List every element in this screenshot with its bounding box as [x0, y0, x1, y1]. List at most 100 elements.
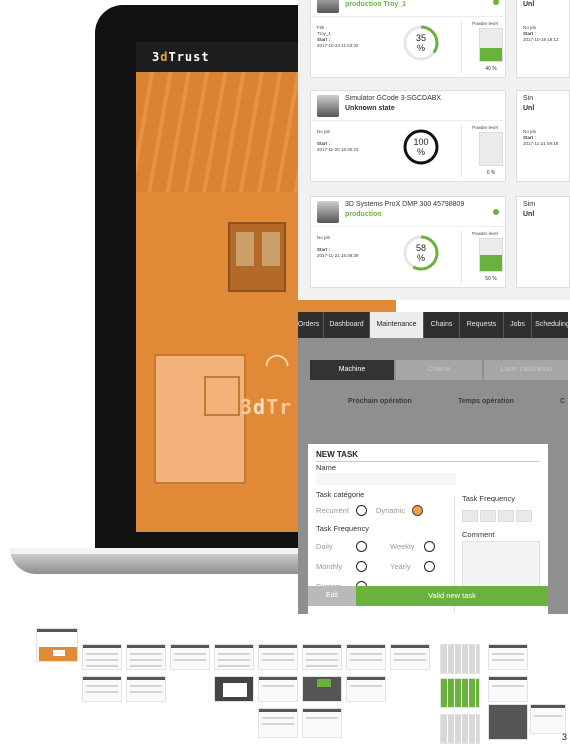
powder-level-bar [479, 238, 503, 272]
frequency-field[interactable] [462, 510, 478, 522]
thumbnail [440, 714, 480, 744]
tab-maintenance[interactable]: Maintenance [370, 312, 424, 338]
machine-card-header: production Troy_1 [311, 0, 505, 17]
frequency-field[interactable] [498, 510, 514, 522]
thumbnail [440, 644, 480, 674]
thumbnail [126, 644, 166, 670]
tab-jobs[interactable]: Jobs [504, 312, 532, 338]
thumbnail [302, 708, 342, 738]
category-label: Task catégorie [316, 490, 365, 499]
powder-level-fill [480, 48, 502, 61]
thumbnail [302, 676, 342, 702]
brand-logo: 3dTrust [152, 50, 210, 64]
progress-value: 35% [415, 33, 426, 53]
thumbnail [82, 644, 122, 670]
powder-level-label: Powder level [472, 231, 498, 236]
status-dot-icon [493, 209, 499, 215]
comment-label: Comment [462, 530, 495, 539]
machine-card[interactable]: Simulator GCode 3-SGCDABX Unknown state No… [310, 90, 506, 182]
powder-level-bar [479, 132, 503, 166]
machine-state: production [345, 211, 382, 218]
yearly-radio[interactable] [424, 561, 435, 572]
machine-card-partial[interactable]: Unl No job Start :2017-10-18 18:13 [516, 0, 570, 78]
status-dot-icon [493, 0, 499, 5]
thumbnail [258, 676, 298, 702]
progress-value: 58% [415, 243, 426, 263]
tab-chains[interactable]: Chains [424, 312, 460, 338]
edit-button[interactable]: Edit [308, 586, 356, 606]
recurrent-radio[interactable] [356, 505, 367, 516]
screen-watermark: 3dTr [240, 395, 293, 419]
machine-name: 3D Systems ProX DMP 300 45798809 [345, 201, 465, 208]
top-nav: Orders Dashboard Maintenance Chains Requ… [298, 312, 568, 338]
valid-new-task-button[interactable]: Valid new task [356, 586, 548, 606]
thumbnail [346, 644, 386, 670]
thumbnail [488, 704, 528, 740]
thumbnail [214, 676, 254, 702]
job-info: File : Troy_1 Start :2017-10-24 11:03:32 [317, 25, 359, 48]
powder-level-label: Powder level [472, 125, 498, 130]
frequency-field[interactable] [480, 510, 496, 522]
thumbnail [214, 644, 254, 670]
column-header: C [560, 398, 566, 405]
daily-radio[interactable] [356, 541, 367, 552]
right-frequency-label: Task Frequency [462, 494, 515, 503]
frequency-field[interactable] [516, 510, 532, 522]
machine-card-partial[interactable]: Sim Unl [516, 196, 570, 288]
thumbnail [530, 704, 566, 734]
name-input[interactable] [316, 473, 456, 485]
thumbnail [82, 676, 122, 702]
powder-level-label: Powder level [472, 21, 498, 26]
thumbnail [170, 644, 210, 670]
thumbnail [258, 644, 298, 670]
tab-scheduling[interactable]: Scheduling [532, 312, 568, 338]
tab-requests[interactable]: Requests [460, 312, 504, 338]
factory-machine-image [154, 354, 246, 484]
weekly-radio[interactable] [424, 541, 435, 552]
powder-level-fill [480, 255, 502, 271]
page-number: 3 [562, 732, 568, 742]
progress-value: 100% [413, 137, 429, 157]
job-info: No job Start :2017-11-21 16:48:39 [317, 235, 359, 258]
machine-card[interactable]: 3D Systems ProX DMP 300 45798809 producti… [310, 196, 506, 288]
weekly-label: Weekly [390, 542, 415, 551]
machine-card[interactable]: production Troy_1 File : Troy_1 Start :2017… [310, 0, 506, 78]
page-thumbnails [0, 628, 570, 746]
printer-thumbnail [317, 201, 339, 223]
thumbnail [258, 708, 298, 738]
powder-level-value: 50 % [485, 276, 497, 282]
thumbnail [36, 628, 78, 662]
page: 3dTrust ◠ 3dTr production Troy_1 File : Tr… [0, 0, 570, 746]
machine-card-partial[interactable]: Sin Unl No job Start :2017-11-21 09:18 [516, 90, 570, 182]
thumbnail [346, 676, 386, 702]
segment-machine[interactable]: Machine [310, 360, 394, 380]
machine-state: Unknown state [345, 105, 395, 112]
monthly-radio[interactable] [356, 561, 367, 572]
name-label: Name [316, 463, 337, 472]
thumbnail [390, 644, 430, 670]
powder-level-value: 40 % [485, 66, 497, 72]
job-info: No job Start :2017-11-20 16:40:23 [317, 129, 359, 152]
machine-card-header: 3D Systems ProX DMP 300 45798809 producti… [311, 197, 505, 227]
column-header: Prochain opération [348, 398, 412, 405]
modal-title: NEW TASK [316, 450, 359, 459]
thumbnail [488, 644, 528, 670]
dynamic-radio[interactable] [412, 505, 423, 516]
daily-label: Daily [316, 542, 333, 551]
powder-level-bar [479, 28, 503, 62]
tab-orders[interactable]: Orders [298, 312, 324, 338]
machine-state: production Troy_1 [345, 1, 407, 8]
thumbnail [126, 676, 166, 702]
tab-dashboard[interactable]: Dashboard [324, 312, 370, 338]
machine-dashboard: production Troy_1 File : Troy_1 Start :2017… [298, 0, 570, 300]
segment-laser-calibration[interactable]: Laser calibration [484, 360, 568, 380]
printer-thumbnail [317, 0, 339, 13]
app-body: Machine Chaine Laser calibration Prochai… [298, 338, 568, 614]
monthly-label: Monthly [316, 562, 343, 571]
thumbnail [488, 676, 528, 702]
machine-card-header: Simulator GCode 3-SGCDABX Unknown state [311, 91, 505, 121]
wifi-icon: ◠ [264, 348, 291, 381]
segment-chaine[interactable]: Chaine [396, 360, 482, 380]
maintenance-app: Orders Dashboard Maintenance Chains Requ… [298, 312, 568, 614]
column-header: Temps opération [458, 398, 514, 405]
